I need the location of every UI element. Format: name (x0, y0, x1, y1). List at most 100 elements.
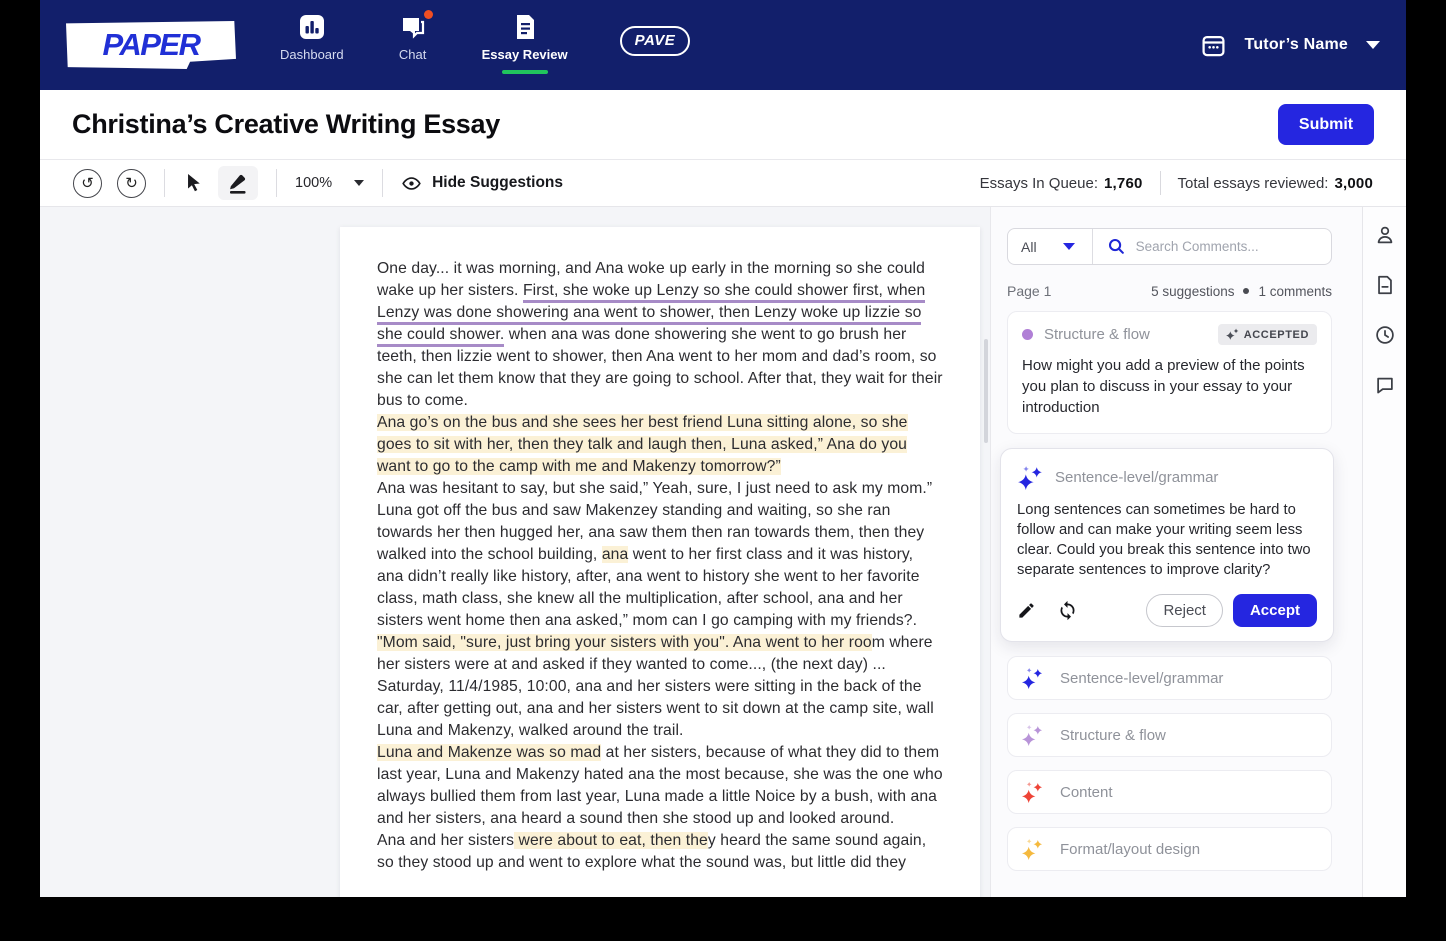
suggestion-card-collapsed[interactable]: Format/layout design (1007, 827, 1332, 871)
category-dot-icon (1022, 329, 1033, 340)
reject-button[interactable]: Reject (1146, 594, 1223, 627)
nav-tab-indicator (289, 70, 335, 74)
filter-dropdown-value[interactable]: All (1021, 239, 1037, 255)
top-navbar: PAPER Dashboard Chat (40, 0, 1406, 90)
essay-highlight-segment[interactable]: Ana go’s on the bus and she sees her bes… (377, 414, 908, 475)
category-label: Sentence-level/grammar (1060, 670, 1223, 687)
essay-canvas: One day... it was morning, and Ana woke … (40, 207, 990, 897)
document-header: Christina’s Creative Writing Essay Submi… (40, 90, 1406, 160)
dashboard-icon (299, 14, 325, 40)
chevron-down-icon[interactable] (1063, 243, 1075, 250)
edit-suggestion-button[interactable] (1017, 601, 1036, 620)
nav-tab-essay-review[interactable]: Essay Review (482, 14, 568, 76)
history-icon[interactable] (1374, 324, 1396, 346)
canvas-scrollbar[interactable] (984, 339, 988, 443)
nav-tab-label: Essay Review (482, 47, 568, 62)
category-label: Sentence-level/grammar (1055, 469, 1218, 486)
dot-separator (1243, 288, 1249, 294)
calendar-icon[interactable] (1200, 32, 1227, 59)
redo-button[interactable]: ↻ (117, 169, 146, 198)
profile-icon[interactable] (1374, 224, 1396, 246)
search-icon (1107, 237, 1126, 256)
chevron-down-icon (354, 180, 364, 186)
essay-text-segment: Ana and her sisters (377, 832, 514, 849)
zoom-level-dropdown[interactable]: 100% (295, 175, 364, 191)
essay-paragraph: One day... it was morning, and Ana woke … (377, 258, 943, 412)
sparkles-icon (1017, 464, 1044, 491)
essay-highlight-segment[interactable]: were about to eat, then the (514, 832, 708, 849)
reviewed-value: 3,000 (1334, 175, 1373, 192)
nav-tab-label: Dashboard (280, 47, 344, 62)
essay-highlight-segment[interactable]: ana (602, 546, 628, 563)
counts: 5 suggestions 1 comments (1151, 284, 1332, 299)
nav-tab-dashboard[interactable]: Dashboard (280, 14, 344, 76)
suggestion-card-accepted[interactable]: Structure & flow ACCEPTED How might you … (1007, 311, 1332, 434)
search-comments-input[interactable]: Search Comments... (1093, 237, 1331, 256)
queue-value: 1,760 (1104, 175, 1143, 192)
suggestion-cards: Structure & flow ACCEPTED How might you … (1007, 311, 1332, 871)
comment-icon[interactable] (1374, 374, 1396, 396)
essay-highlight-segment[interactable]: Luna and Makenze was so mad (377, 744, 601, 761)
essay-highlight-segment[interactable]: "Mom said, "sure, just bring your sister… (377, 634, 872, 651)
nav-tabs: Dashboard Chat Essay Review (280, 14, 568, 76)
pencil-icon (1017, 601, 1036, 620)
chevron-down-icon[interactable] (1366, 41, 1380, 49)
essay-text: One day... it was morning, and Ana woke … (340, 227, 980, 897)
right-icon-rail (1362, 207, 1406, 897)
nav-tab-indicator (390, 70, 436, 74)
undo-button[interactable]: ↺ (73, 169, 102, 198)
pave-badge[interactable]: PAVE (620, 26, 691, 56)
comments-count: 1 comments (1258, 284, 1332, 299)
essay-page: One day... it was morning, and Ana woke … (340, 227, 980, 897)
card-header: Sentence-level/grammar (1017, 464, 1317, 491)
page-indicator: Page 1 (1007, 283, 1051, 299)
card-header: Structure & flow ACCEPTED (1022, 324, 1317, 345)
sync-icon (1057, 600, 1078, 621)
nav-right-cluster: Tutor’s Name (1200, 32, 1380, 59)
chat-icon (400, 14, 426, 40)
suggestion-text: Long sentences can sometimes be hard to … (1017, 500, 1317, 580)
essay-paragraph: "Mom said, "sure, just bring your sister… (377, 632, 943, 742)
regenerate-suggestion-button[interactable] (1057, 600, 1078, 621)
page-title: Christina’s Creative Writing Essay (72, 109, 500, 140)
accept-button[interactable]: Accept (1233, 594, 1317, 627)
category-label: Structure & flow (1060, 727, 1166, 744)
suggestion-text: How might you add a preview of the point… (1022, 355, 1317, 418)
select-tool-button[interactable] (183, 172, 205, 194)
accepted-badge: ACCEPTED (1218, 324, 1317, 345)
hide-suggestions-label: Hide Suggestions (432, 174, 563, 192)
zoom-level-value: 100% (295, 175, 332, 191)
essay-paragraph: Ana and her sisters were about to eat, t… (377, 830, 943, 874)
nav-tab-chat[interactable]: Chat (390, 14, 436, 76)
suggestion-card-collapsed[interactable]: Sentence-level/grammar (1007, 656, 1332, 700)
paper-logo[interactable]: PAPER (66, 21, 236, 69)
user-menu-name[interactable]: Tutor’s Name (1245, 36, 1348, 54)
card-actions: Reject Accept (1017, 594, 1317, 627)
essay-paragraph: Ana go’s on the bus and she sees her bes… (377, 412, 943, 478)
chat-notification-dot (424, 10, 433, 19)
toolbar-divider (382, 169, 383, 197)
highlighter-tool-button[interactable] (218, 166, 258, 200)
app-window: PAPER Dashboard Chat (40, 0, 1406, 897)
paper-logo-text: PAPER (102, 27, 199, 63)
suggestion-card-active[interactable]: Sentence-level/grammar Long sentences ca… (1000, 448, 1334, 642)
suggestion-card-collapsed[interactable]: Structure & flow (1007, 713, 1332, 757)
submit-button[interactable]: Submit (1278, 104, 1374, 145)
sparkles-icon (1021, 780, 1046, 805)
comments-filter-bar: All Search Comments... (1007, 228, 1332, 265)
reviewed-label: Total essays reviewed: (1178, 175, 1329, 192)
active-tab-underline (502, 70, 548, 74)
main-content: One day... it was morning, and Ana woke … (40, 207, 1406, 897)
document-icon[interactable] (1374, 274, 1396, 296)
hide-suggestions-toggle[interactable]: Hide Suggestions (401, 173, 563, 194)
comments-sidebar: All Search Comments... Page 1 5 suggesti… (990, 207, 1362, 897)
sparkles-icon (1021, 666, 1046, 691)
editor-toolbar: ↺ ↻ 100% Hide Suggestions Essays In Queu… (40, 160, 1406, 207)
eye-icon (401, 173, 422, 194)
page-meta-row: Page 1 5 suggestions 1 comments (1007, 283, 1332, 299)
search-placeholder: Search Comments... (1136, 239, 1259, 254)
suggestion-card-collapsed[interactable]: Content (1007, 770, 1332, 814)
essay-paragraph: Luna and Makenze was so mad at her siste… (377, 742, 943, 830)
sparkles-icon (1021, 837, 1046, 862)
queue-label: Essays In Queue: (980, 175, 1098, 192)
